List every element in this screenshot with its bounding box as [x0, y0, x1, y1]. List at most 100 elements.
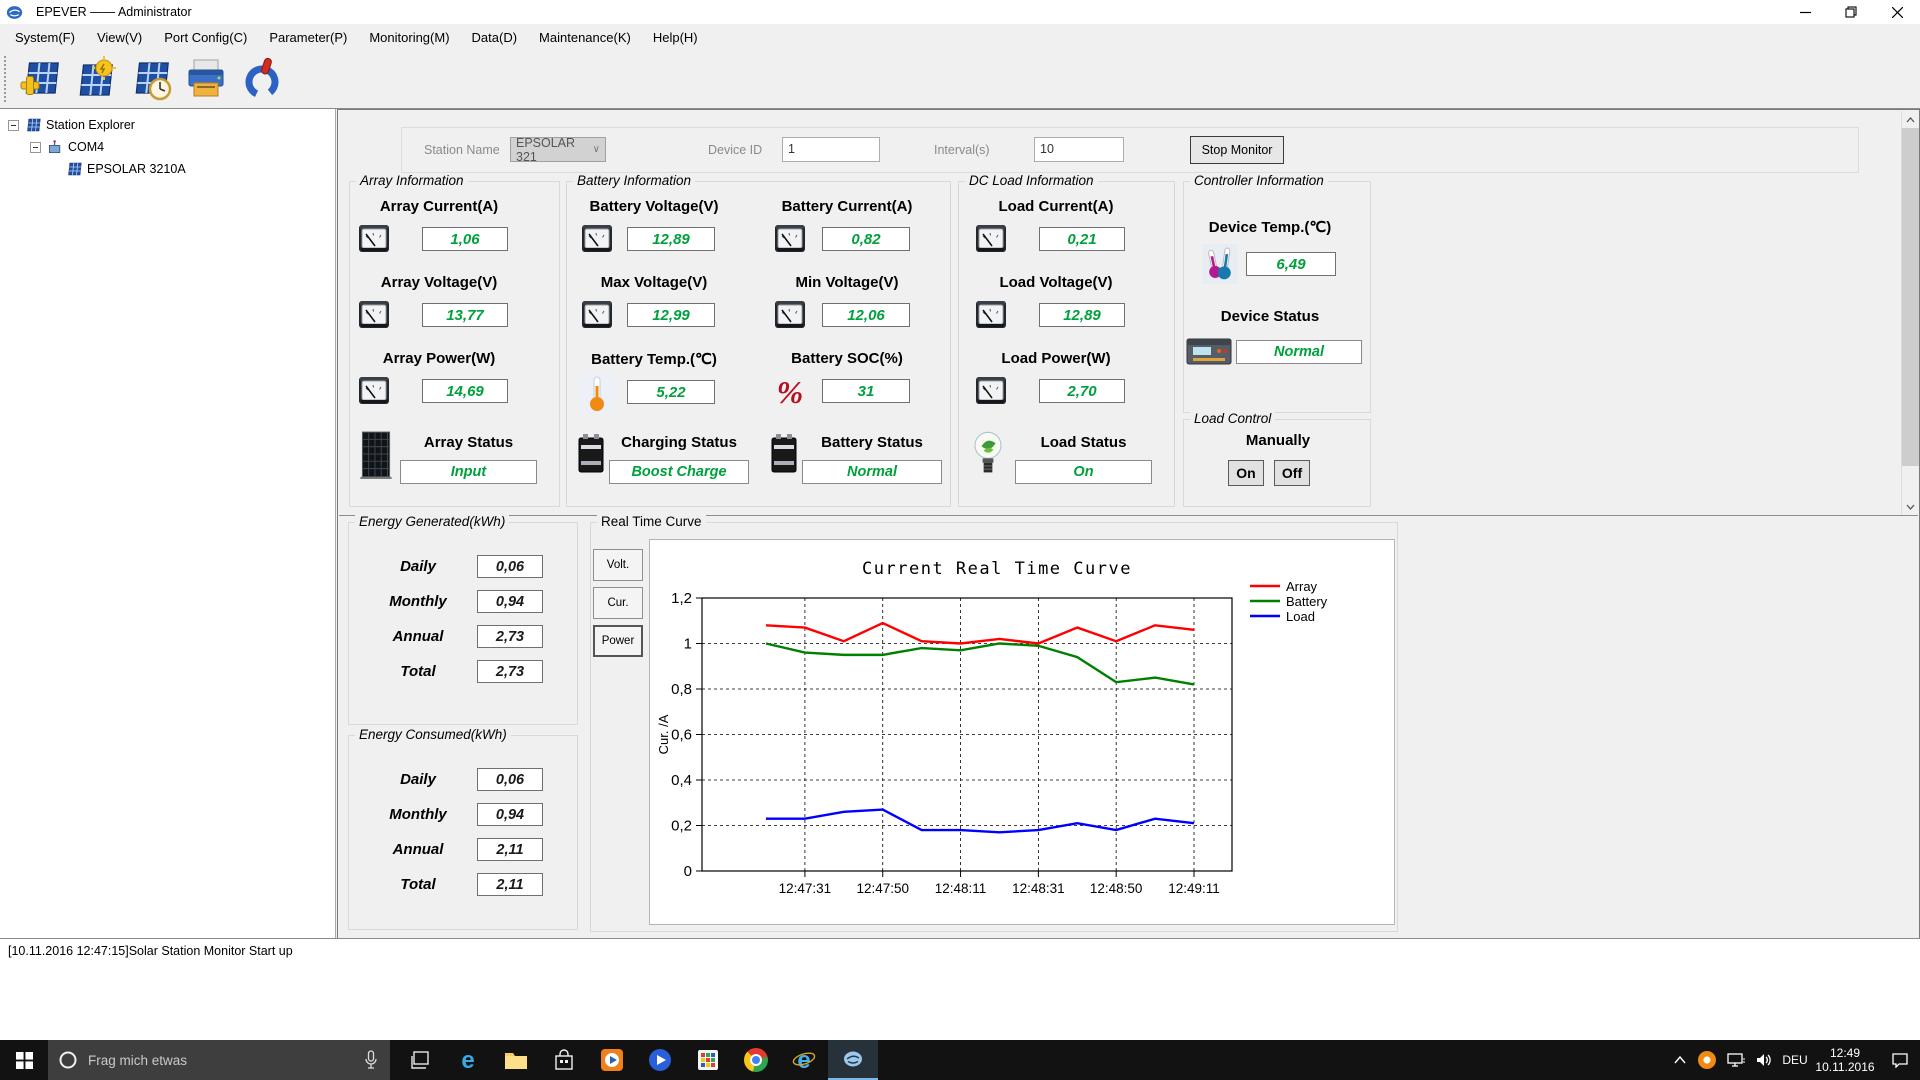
task-view-button[interactable]	[396, 1040, 444, 1080]
device-status-label: Device Status	[1220, 308, 1320, 325]
svg-text:Array: Array	[1286, 579, 1318, 594]
array-power-value: 14,69	[422, 379, 508, 403]
antivirus-tray-icon[interactable]	[1694, 1040, 1720, 1080]
edge-icon[interactable]: e	[444, 1040, 492, 1080]
tab-cur[interactable]: Cur.	[593, 587, 643, 619]
load-status-label: Load Status	[1040, 434, 1127, 451]
tab-volt[interactable]: Volt.	[593, 549, 643, 581]
power-exit-button[interactable]	[238, 55, 286, 103]
station-monitor-button[interactable]	[70, 55, 118, 103]
interval-input[interactable]: 10	[1034, 137, 1124, 162]
group-title: Battery Information	[573, 173, 696, 188]
array-current-value: 1,06	[422, 227, 508, 251]
restore-button[interactable]	[1828, 0, 1874, 24]
menu-monitoring[interactable]: Monitoring(M)	[358, 25, 460, 50]
workspace: Station Explorer COM4 EPSOLAR 3210A Stat…	[0, 108, 1920, 939]
load-power-label: Load Power(W)	[1001, 350, 1111, 367]
array-status-value: Input	[400, 460, 537, 484]
toolbar-drag-handle	[4, 56, 7, 102]
energy-generated-group: Energy Generated(kWh) Daily 0,06 Monthly…	[348, 514, 578, 725]
media-player-blue-icon[interactable]	[636, 1040, 684, 1080]
min-voltage-label: Min Voltage(V)	[795, 274, 899, 291]
monitor-panel: Station Name EPSOLAR 321 ∨ Device ID 1 I…	[339, 111, 1919, 516]
tree-node-com4[interactable]: COM4	[30, 137, 104, 157]
menu-view[interactable]: View(V)	[86, 25, 153, 50]
app-grid-icon[interactable]	[684, 1040, 732, 1080]
stop-monitor-button[interactable]: Stop Monitor	[1190, 136, 1284, 164]
interval-label: Interval(s)	[934, 143, 990, 157]
device-status-value: Normal	[1236, 340, 1362, 364]
close-button[interactable]	[1874, 0, 1920, 24]
chrome-icon[interactable]	[732, 1040, 780, 1080]
network-tray-icon[interactable]	[1722, 1040, 1750, 1080]
dual-thermometer-icon	[1202, 244, 1238, 289]
tree-node-epsolar-3210a[interactable]: EPSOLAR 3210A	[66, 159, 186, 179]
clock[interactable]: 12:49 10.11.2016	[1814, 1040, 1876, 1080]
clock-time: 12:49	[1829, 1046, 1860, 1060]
station-name-select[interactable]: EPSOLAR 321 ∨	[510, 136, 606, 164]
vertical-scrollbar[interactable]	[1901, 111, 1919, 515]
battery-soc-label: Battery SOC(%)	[791, 350, 903, 367]
tab-power[interactable]: Power	[593, 625, 643, 657]
group-title: Energy Generated(kWh)	[355, 514, 510, 529]
print-button[interactable]	[182, 55, 230, 103]
start-button[interactable]	[0, 1040, 48, 1080]
svg-text:0,6: 0,6	[671, 727, 692, 744]
group-title: Energy Consumed(kWh)	[355, 727, 511, 742]
battery-icon	[766, 430, 802, 481]
battery-icon	[573, 430, 609, 481]
device-id-input[interactable]: 1	[782, 137, 880, 162]
menu-help[interactable]: Help(H)	[642, 25, 709, 50]
svg-text:0,2: 0,2	[671, 818, 692, 835]
meter-icon	[579, 296, 615, 337]
action-center-icon[interactable]	[1884, 1040, 1916, 1080]
gen-monthly-value: 0,94	[477, 590, 543, 613]
battery-status-label: Battery Status	[821, 434, 923, 451]
internet-explorer-icon[interactable]: e	[780, 1040, 828, 1080]
chevron-down-icon: ∨	[592, 144, 600, 155]
minimize-button[interactable]	[1782, 0, 1828, 24]
tree-node-station-explorer[interactable]: Station Explorer	[8, 115, 135, 135]
svg-text:e: e	[461, 1047, 474, 1073]
scroll-up-button[interactable]	[1902, 111, 1919, 128]
store-icon[interactable]	[540, 1040, 588, 1080]
real-time-curve-group: Real Time Curve Volt. Cur. Power 0 0,2 0,4…	[590, 514, 1398, 932]
group-title: Real Time Curve	[597, 514, 706, 529]
add-station-button[interactable]	[14, 55, 62, 103]
manually-label: Manually	[1245, 432, 1311, 449]
menu-bar: System(F) View(V) Port Config(C) Paramet…	[0, 24, 1920, 50]
app-logo-icon	[844, 1051, 862, 1067]
load-on-button[interactable]: On	[1228, 460, 1264, 486]
menu-maintenance[interactable]: Maintenance(K)	[528, 25, 642, 50]
menu-port-config[interactable]: Port Config(C)	[153, 25, 258, 50]
battery-voltage-label: Battery Voltage(V)	[589, 198, 719, 215]
load-off-button[interactable]: Off	[1274, 460, 1310, 486]
station-explorer-panel: Station Explorer COM4 EPSOLAR 3210A	[0, 109, 336, 939]
media-player-orange-icon[interactable]	[588, 1040, 636, 1080]
battery-voltage-value: 12,89	[627, 227, 715, 251]
group-title: DC Load Information	[965, 173, 1098, 188]
tray-chevron-icon[interactable]	[1668, 1040, 1692, 1080]
menu-parameter[interactable]: Parameter(P)	[258, 25, 358, 50]
menu-system[interactable]: System(F)	[4, 25, 86, 50]
search-box[interactable]: Frag mich etwas	[48, 1040, 390, 1080]
realtime-clock-button[interactable]	[126, 55, 174, 103]
menu-data[interactable]: Data(D)	[461, 25, 529, 50]
meter-icon	[356, 372, 392, 413]
con-annual-value: 2,11	[477, 838, 543, 861]
group-title: Load Control	[1190, 411, 1276, 426]
file-explorer-icon[interactable]	[492, 1040, 540, 1080]
collapse-icon[interactable]	[30, 141, 41, 153]
scrollbar-thumb[interactable]	[1902, 128, 1919, 466]
log-panel: [10.11.2016 12:47:15]Solar Station Monit…	[0, 938, 1920, 1040]
collapse-icon[interactable]	[8, 119, 19, 131]
microphone-icon[interactable]	[364, 1050, 378, 1070]
language-indicator[interactable]: DEU	[1778, 1040, 1812, 1080]
scroll-down-button[interactable]	[1902, 498, 1919, 515]
taskbar-epever-app[interactable]	[828, 1040, 878, 1080]
gen-monthly-label: Monthly	[389, 593, 447, 610]
load-voltage-label: Load Voltage(V)	[999, 274, 1113, 291]
volume-tray-icon[interactable]	[1750, 1040, 1778, 1080]
app-logo-icon	[6, 4, 23, 21]
array-voltage-label: Array Voltage(V)	[380, 274, 498, 291]
